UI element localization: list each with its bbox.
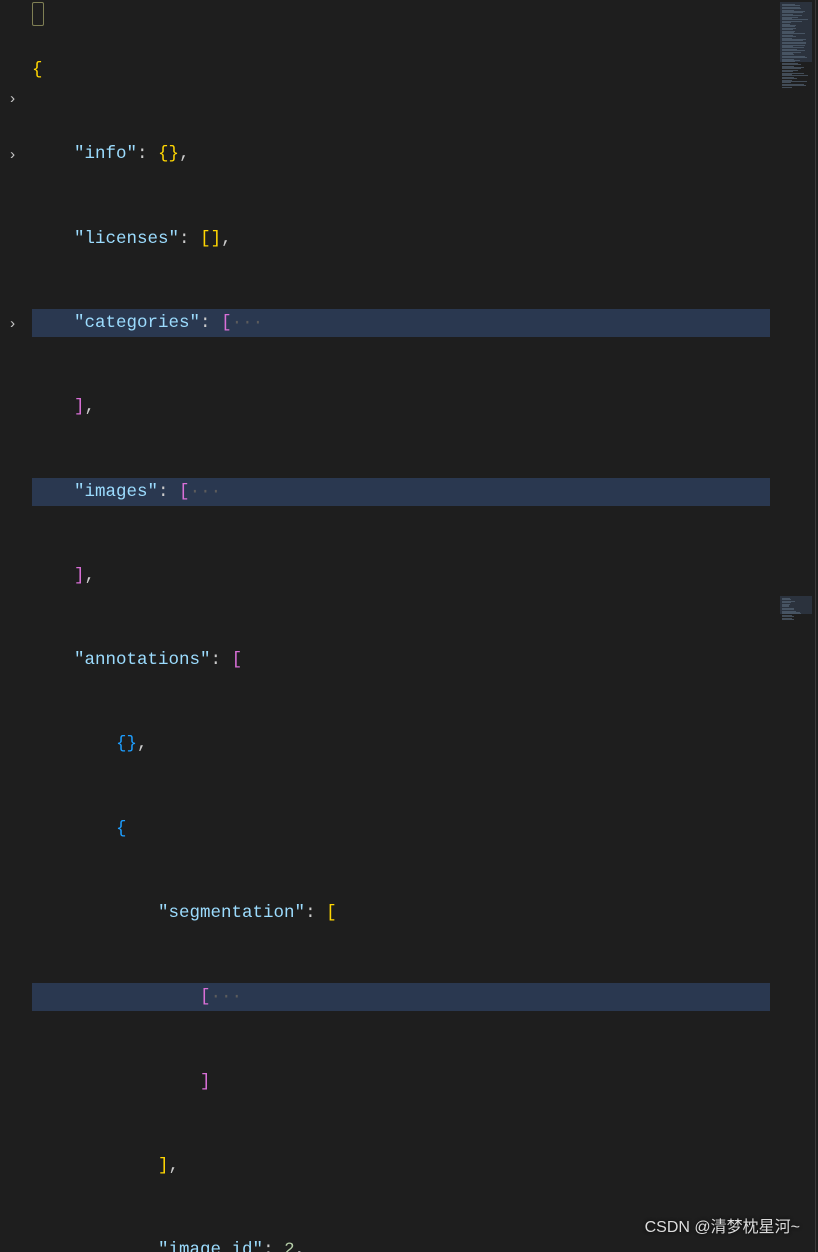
fold-ellipsis[interactable]: ··· — [190, 482, 222, 502]
json-key: "annotations" — [74, 650, 211, 670]
json-key: "segmentation" — [158, 903, 305, 923]
fold-gutter: › › › — [0, 0, 30, 1252]
fold-ellipsis[interactable]: ··· — [211, 987, 243, 1007]
minimap[interactable] — [775, 0, 818, 1252]
code-editor[interactable]: › › › { "info": {}, "licenses": [], "cat… — [0, 0, 818, 1252]
minimap-ruler — [815, 0, 816, 1252]
code-content[interactable]: { "info": {}, "licenses": [], "categorie… — [32, 0, 770, 1252]
minimap-line — [782, 619, 794, 620]
watermark-text: CSDN @清梦枕星河~ — [645, 1214, 800, 1242]
json-key: "image_id" — [158, 1240, 263, 1252]
fold-ellipsis[interactable]: ··· — [232, 313, 264, 333]
json-key: "categories" — [74, 313, 200, 333]
minimap-line — [782, 87, 792, 88]
json-key: "images" — [74, 482, 158, 502]
json-number: 2 — [284, 1240, 295, 1252]
chevron-right-icon[interactable]: › — [8, 142, 17, 170]
json-key: "licenses" — [74, 229, 179, 249]
json-key: "info" — [74, 144, 137, 164]
chevron-right-icon[interactable]: › — [8, 86, 17, 114]
chevron-right-icon[interactable]: › — [8, 311, 17, 339]
